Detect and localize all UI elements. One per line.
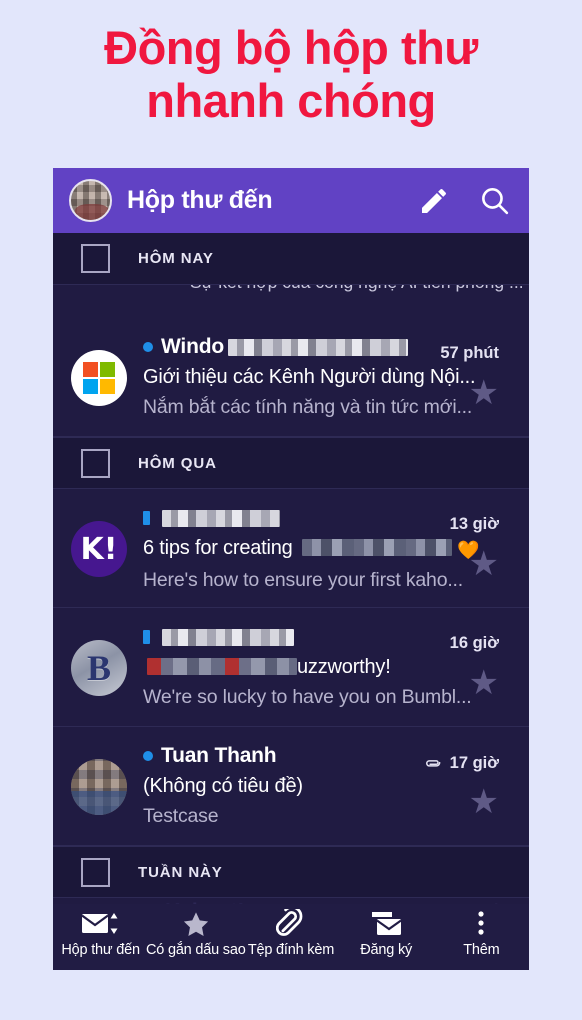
headline-line-2: nhanh chóng	[146, 73, 436, 127]
unread-dot-icon	[143, 342, 153, 352]
message-row[interactable]: B uzzworthy! We're so lucky to have you …	[53, 608, 529, 727]
redacted-sender-block	[162, 509, 280, 527]
redacted-sender-block	[227, 338, 408, 356]
message-time-label: 16 giờ	[449, 634, 499, 652]
message-time-label: 13 giờ	[449, 515, 499, 533]
star-icon[interactable]: ★	[469, 547, 499, 581]
page-title: Đồng bộ hộp thư nhanh chóng	[0, 21, 582, 127]
nav-item-inbox[interactable]: Hộp thư đến	[53, 908, 148, 958]
message-sender: Windo	[161, 335, 224, 358]
message-body: uzzworthy! We're so lucky to have you on…	[143, 618, 515, 716]
section-label: HÔM NAY	[138, 250, 214, 267]
message-subject-text: 6 tips for creating	[143, 537, 293, 559]
headline-line-1: Đồng bộ hộp thư	[104, 21, 478, 74]
pencil-icon[interactable]	[418, 185, 450, 217]
message-subject-suffix: uzzworthy!	[297, 656, 391, 678]
message-time-label: 57 phút	[440, 344, 499, 362]
paperclip-icon	[275, 908, 306, 940]
message-subject: (Không có tiêu đề)	[143, 775, 303, 797]
select-all-checkbox-this-week[interactable]	[81, 857, 110, 887]
kahoot-logo-text: K!	[80, 531, 118, 567]
redacted-subject-block	[147, 658, 297, 675]
unread-dot-icon	[143, 630, 150, 644]
message-preview: Testcase	[143, 805, 219, 827]
message-subject: uzzworthy!	[143, 652, 515, 682]
more-vertical-icon	[476, 908, 486, 940]
nav-item-starred[interactable]: Có gắn dấu sao	[145, 908, 246, 958]
avatar[interactable]	[69, 179, 112, 222]
contact-photo-avatar	[71, 759, 127, 815]
nav-item-attachments[interactable]: Tệp đính kèm	[243, 908, 338, 958]
select-all-checkbox-today[interactable]	[81, 244, 110, 273]
kahoot-logo-icon: K!	[71, 521, 127, 577]
message-time: 16 giờ	[450, 634, 499, 653]
message-time: 57 phút	[440, 344, 499, 363]
message-sender: Tuan Thanh	[161, 744, 277, 767]
select-all-checkbox-yesterday[interactable]	[81, 448, 110, 478]
star-icon	[181, 908, 211, 940]
message-time: 17 giờ	[423, 753, 499, 774]
page-title-label: Hộp thư đến	[127, 186, 273, 214]
inbox-envelope-icon	[80, 908, 121, 940]
message-preview: We're so lucky to have you on Bumbl...	[143, 686, 472, 708]
message-preview: Nắm bắt các tính năng và tin tức mới...	[143, 396, 473, 418]
nav-label: Tệp đính kèm	[247, 942, 335, 958]
bumble-logo-icon: B	[71, 640, 127, 696]
bumble-logo-text: B	[86, 648, 111, 688]
message-body: Tuan Thanh (Không có tiêu đề) Testcase 1…	[143, 737, 515, 835]
message-row[interactable]: Tuan Thanh (Không có tiêu đề) Testcase 1…	[53, 727, 529, 846]
partial-message-preview: Sự kết hợp của công nghệ AI tiên phong .…	[190, 285, 524, 293]
promo-screenshot: Đồng bộ hộp thư nhanh chóng Hộp thư đến	[0, 0, 582, 1020]
nav-item-more[interactable]: Thêm	[434, 908, 529, 958]
microsoft-logo-icon	[71, 350, 127, 406]
section-label: TUẦN NÀY	[138, 863, 223, 881]
section-label: HÔM QUA	[138, 454, 217, 472]
message-subject: 6 tips for creating 🧡	[143, 533, 515, 565]
message-body: Windo Giới thiệu các Kênh Người dùng Nội…	[143, 328, 515, 426]
message-time-label: 17 giờ	[449, 754, 499, 772]
star-icon[interactable]: ★	[469, 666, 499, 700]
paperclip-icon	[423, 753, 443, 774]
redacted-sender-block	[162, 628, 294, 646]
section-header-yesterday[interactable]: HÔM QUA	[53, 437, 529, 489]
star-icon[interactable]: ★	[469, 376, 499, 410]
subscriptions-icon	[369, 908, 403, 940]
unread-dot-icon	[143, 511, 150, 525]
nav-label: Hộp thư đến	[61, 942, 140, 958]
message-row[interactable]: Windo Giới thiệu các Kênh Người dùng Nội…	[53, 318, 529, 437]
message-body: 6 tips for creating 🧡 Here's how to ensu…	[143, 499, 515, 597]
message-preview: Here's how to ensure your first kaho...	[143, 569, 463, 591]
partial-message-row[interactable]: Sự kết hợp của công nghệ AI tiên phong .…	[53, 285, 529, 318]
star-icon[interactable]: ★	[469, 785, 499, 819]
bottom-navigation-bar: Hộp thư đến Có gắn dấu sao Tệp đính kèm	[53, 904, 529, 970]
nav-label: Thêm	[463, 942, 500, 958]
app-bar-actions	[418, 184, 511, 217]
message-subject: Giới thiệu các Kênh Người dùng Nội...	[143, 366, 476, 388]
section-header-this-week[interactable]: TUẦN NÀY	[53, 846, 529, 898]
unread-dot-icon	[143, 751, 153, 761]
search-icon[interactable]	[478, 184, 511, 217]
nav-item-subscriptions[interactable]: Đăng ký	[339, 908, 434, 958]
app-bar: Hộp thư đến	[53, 168, 529, 233]
message-row[interactable]: K! 6 tips for creating 🧡 Here's how to e…	[53, 489, 529, 608]
nav-label: Có gắn dấu sao	[145, 942, 246, 958]
section-header-today[interactable]: HÔM NAY	[53, 233, 529, 285]
nav-label: Đăng ký	[360, 942, 413, 958]
redacted-subject-block	[301, 539, 452, 556]
message-time: 13 giờ	[450, 515, 499, 534]
phone-screen: Hộp thư đến HÔM NAY Windo Giới thiệu các…	[53, 168, 529, 970]
